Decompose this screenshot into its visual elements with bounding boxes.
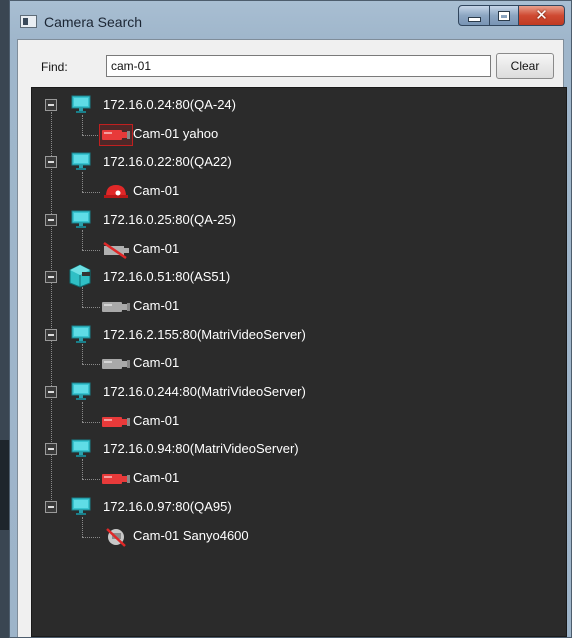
window-title: Camera Search: [44, 14, 143, 30]
ptz-camera-disabled-icon: [100, 527, 132, 547]
camera-label: Cam-01: [133, 470, 180, 486]
server-label: 172.16.0.244:80(MatriVideoServer): [103, 384, 306, 399]
maximize-button[interactable]: [490, 5, 519, 26]
tree-connector: [82, 249, 100, 251]
monitor-icon: [71, 496, 91, 516]
background-window-edge: [0, 0, 9, 638]
monitor-icon: [71, 438, 91, 458]
camera-node[interactable]: Cam-01 Sanyo4600: [32, 516, 562, 551]
bullet-camera-icon: [100, 354, 132, 374]
bullet-camera-icon: [100, 469, 132, 489]
tree-connector: [82, 536, 100, 538]
monitor-icon: [71, 324, 91, 344]
title-bar[interactable]: Camera Search ✕: [10, 1, 571, 39]
tree-connector: [82, 134, 100, 136]
camera-label: Cam-01: [133, 412, 180, 428]
server-label: 172.16.2.155:80(MatriVideoServer): [103, 326, 306, 342]
tree-connector: [82, 459, 83, 480]
find-label: Find:: [41, 60, 68, 74]
tree-connector: [82, 229, 83, 250]
tree-connector: [82, 192, 100, 194]
server-node[interactable]: 172.16.0.51:80(AS51): [32, 264, 562, 292]
monitor-icon: [71, 151, 91, 171]
collapse-toggle[interactable]: [45, 500, 57, 513]
collapse-toggle[interactable]: [45, 156, 57, 169]
close-button[interactable]: ✕: [519, 5, 565, 26]
server-node[interactable]: 172.16.2.155:80(MatriVideoServer): [32, 322, 562, 350]
camera-node[interactable]: Cam-01: [32, 401, 562, 436]
server-label: 172.16.0.24:80(QA-24): [103, 97, 236, 112]
server-label: 172.16.0.25:80(QA-25): [103, 211, 236, 227]
tree-connector: [82, 114, 83, 135]
minimize-icon: [467, 17, 481, 22]
camera-node[interactable]: Cam-01 yahoo: [32, 114, 562, 149]
bullet-camera-icon: [100, 297, 132, 317]
collapse-toggle[interactable]: [45, 99, 57, 111]
camera-disabled-icon: [100, 240, 132, 260]
minimize-button[interactable]: [458, 5, 490, 26]
find-input[interactable]: [106, 55, 491, 77]
collapse-toggle[interactable]: [45, 443, 57, 456]
maximize-icon: [499, 11, 509, 20]
close-icon: ✕: [535, 6, 548, 24]
camera-node[interactable]: Cam-01: [32, 344, 562, 378]
server-node[interactable]: 172.16.0.94:80(MatriVideoServer): [32, 436, 562, 464]
server-node[interactable]: 172.16.0.25:80(QA-25): [32, 207, 562, 235]
tree-connector: [82, 364, 100, 366]
tree-connector: [82, 516, 83, 537]
server-label: 172.16.0.22:80(QA22): [103, 154, 232, 170]
camera-node[interactable]: Cam-01: [32, 229, 562, 264]
server-label: 172.16.0.51:80(AS51): [103, 269, 231, 285]
camera-label: Cam-01 yahoo: [133, 125, 219, 141]
monitor-icon: [71, 209, 91, 229]
tree-connector: [82, 421, 100, 423]
clear-button[interactable]: Clear: [496, 53, 554, 79]
app-window-icon: [20, 15, 37, 28]
tree-connector: [82, 172, 83, 193]
collapse-toggle[interactable]: [45, 328, 57, 341]
dome-camera-icon: [100, 182, 132, 202]
window-client-area: Find: Clear 172.16.0.24:80(QA-24) Cam-01 …: [17, 39, 567, 637]
monitor-icon: [71, 94, 91, 114]
camera-label: Cam-01: [133, 355, 180, 371]
nvr-box-icon: [68, 264, 91, 288]
collapse-toggle[interactable]: [45, 271, 57, 284]
camera-node[interactable]: Cam-01: [32, 459, 562, 493]
server-label: 172.16.0.94:80(MatriVideoServer): [103, 441, 299, 457]
tree-connector: [82, 286, 83, 307]
tree-connector: [82, 401, 83, 422]
window-controls: ✕: [458, 5, 565, 27]
camera-node[interactable]: Cam-01: [32, 172, 562, 206]
camera-search-window: Camera Search ✕ Find: Clear 172.16.0.24:…: [9, 0, 572, 638]
tree-connector: [82, 479, 100, 481]
camera-label: Cam-01: [133, 240, 180, 256]
tree-connector: [82, 344, 83, 365]
server-node[interactable]: 172.16.0.22:80(QA22): [32, 149, 562, 177]
bullet-camera-icon: [99, 123, 133, 146]
camera-tree[interactable]: 172.16.0.24:80(QA-24) Cam-01 yahoo 172.16.…: [31, 87, 567, 637]
server-node[interactable]: 172.16.0.97:80(QA95): [32, 494, 562, 522]
camera-node[interactable]: Cam-01: [32, 286, 562, 321]
bullet-camera-icon: [100, 412, 132, 432]
camera-label: Cam-01: [133, 297, 180, 313]
tree-connector: [82, 306, 100, 308]
server-node[interactable]: 172.16.0.244:80(MatriVideoServer): [32, 379, 562, 407]
server-label: 172.16.0.97:80(QA95): [103, 498, 232, 514]
server-node[interactable]: 172.16.0.24:80(QA-24): [32, 92, 562, 120]
collapse-toggle[interactable]: [45, 386, 57, 398]
camera-label: Cam-01: [133, 183, 180, 199]
collapse-toggle[interactable]: [45, 213, 57, 226]
monitor-icon: [71, 381, 91, 401]
camera-label: Cam-01 Sanyo4600: [133, 527, 249, 543]
